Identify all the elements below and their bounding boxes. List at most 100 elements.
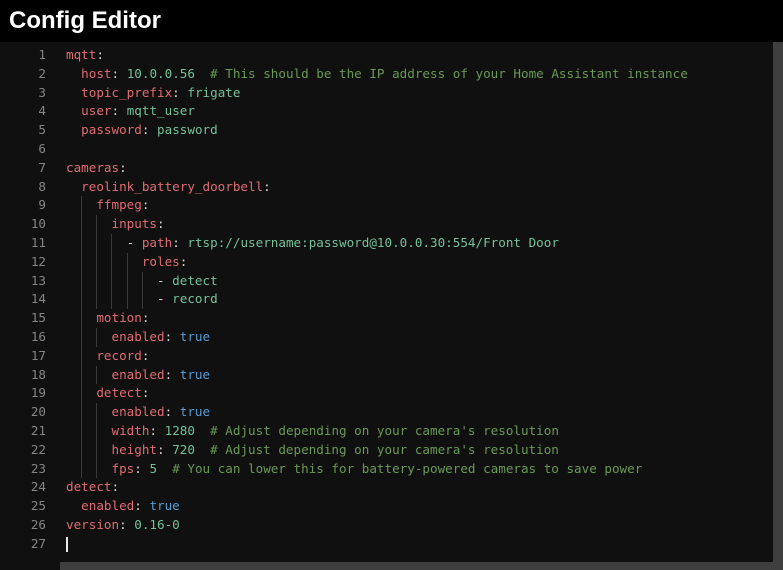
indent-guide bbox=[96, 327, 98, 347]
token-punct: : bbox=[157, 216, 165, 232]
code-line[interactable]: ffmpeg: bbox=[66, 196, 783, 216]
code-line[interactable]: topic_prefix: frigate bbox=[66, 84, 783, 103]
line-number: 24 bbox=[30, 479, 46, 495]
token-punct: : bbox=[111, 65, 120, 81]
indent-guide bbox=[111, 271, 113, 291]
token-key: mqtt bbox=[66, 47, 97, 62]
code-line[interactable]: enabled: true bbox=[66, 365, 783, 385]
indent-guide bbox=[141, 271, 143, 291]
token-key: detect bbox=[96, 385, 142, 401]
token-punct: - bbox=[157, 291, 173, 307]
code-line[interactable]: enabled: true bbox=[66, 403, 783, 422]
indent-guide bbox=[81, 384, 83, 404]
text-cursor bbox=[66, 536, 68, 552]
token-val: 720 bbox=[172, 441, 195, 457]
code-line[interactable]: version: 0.16-0 bbox=[66, 516, 783, 535]
line-number: 10 bbox=[30, 216, 46, 232]
line-number: 5 bbox=[38, 122, 46, 138]
code-line[interactable]: password: password bbox=[66, 121, 783, 140]
code-line[interactable]: width: 1280 # Adjust depending on your c… bbox=[66, 421, 783, 441]
code-line[interactable]: - path: rtsp://username:password@10.0.0.… bbox=[66, 233, 783, 253]
token-punct: : bbox=[119, 516, 127, 532]
indent-guide bbox=[111, 233, 113, 253]
token-key: width bbox=[111, 422, 150, 438]
line-number: 26 bbox=[30, 516, 46, 532]
token-key: reolink_battery_doorbell bbox=[81, 178, 264, 194]
horizontal-scrollbar[interactable] bbox=[60, 562, 773, 570]
token-key: enabled bbox=[111, 366, 165, 382]
token-key: password bbox=[81, 122, 142, 138]
code-line[interactable]: record: bbox=[66, 346, 783, 366]
line-number: 3 bbox=[38, 84, 46, 100]
code-line[interactable]: enabled: true bbox=[66, 327, 783, 347]
indent-guide bbox=[81, 215, 83, 234]
config-editor[interactable]: 1 2 3 4 5 6 7 8 9 10 11 12 13 14 15 16 17 18 19 20 21 22 23 24 2… bbox=[0, 42, 783, 570]
code-line[interactable] bbox=[66, 535, 783, 554]
token-punct: : bbox=[141, 347, 150, 363]
code-line[interactable]: enabled: true bbox=[66, 497, 783, 516]
token-punct: : bbox=[149, 422, 158, 438]
line-number: 14 bbox=[30, 291, 46, 307]
token-punct: - bbox=[126, 234, 142, 250]
indent-guide bbox=[96, 290, 98, 310]
token-key: record bbox=[96, 347, 142, 363]
code-line[interactable]: motion: bbox=[66, 309, 783, 328]
token-key: cameras bbox=[66, 159, 120, 175]
token-key: host bbox=[81, 65, 112, 81]
code-line[interactable]: cameras: bbox=[66, 159, 783, 178]
code-line[interactable]: detect: bbox=[66, 384, 783, 404]
indent-guide bbox=[81, 271, 83, 291]
token-key: roles bbox=[141, 253, 180, 269]
code-line[interactable]: user: mqtt_user bbox=[66, 102, 783, 121]
code-line[interactable]: height: 720 # Adjust depending on your c… bbox=[66, 440, 783, 460]
token-val: password bbox=[157, 122, 218, 138]
code-line[interactable]: - detect bbox=[66, 271, 783, 291]
indent-guide bbox=[96, 215, 98, 234]
indent-guide bbox=[81, 421, 83, 441]
token-key: inputs bbox=[111, 216, 158, 232]
token-key: enabled bbox=[111, 404, 165, 420]
code-line[interactable]: fps: 5 # You can lower this for battery-… bbox=[66, 459, 783, 479]
code-line[interactable]: host: 10.0.0.56 # This should be the IP … bbox=[66, 65, 783, 84]
code-line[interactable]: roles: bbox=[66, 252, 783, 272]
indent-guide bbox=[81, 309, 83, 328]
token-key: height bbox=[111, 441, 158, 457]
indent-guide bbox=[96, 252, 98, 272]
gutter: 1 2 3 4 5 6 7 8 9 10 11 12 13 14 15 16 17 18 19 20 21 22 23 24 2… bbox=[0, 42, 56, 570]
indent-guide bbox=[81, 196, 83, 216]
indent-guide bbox=[81, 233, 83, 253]
token-val: 1280 bbox=[164, 422, 195, 438]
line-number: 16 bbox=[30, 328, 46, 344]
code-line[interactable]: reolink_battery_doorbell: bbox=[66, 178, 783, 197]
code-line[interactable]: - record bbox=[66, 290, 783, 310]
token-punct: : bbox=[111, 103, 120, 119]
token-key: path bbox=[141, 234, 173, 250]
line-number: 15 bbox=[30, 310, 46, 326]
line-number: 27 bbox=[30, 535, 46, 551]
code-lines[interactable]: mqtt: host: 10.0.0.56 # This should be t… bbox=[56, 42, 783, 570]
token-key: detect bbox=[66, 479, 112, 495]
vertical-scrollbar[interactable] bbox=[773, 42, 783, 570]
code-line[interactable] bbox=[66, 140, 783, 159]
code-line[interactable]: detect: bbox=[66, 478, 783, 497]
token-key: enabled bbox=[111, 328, 165, 344]
line-number: 6 bbox=[38, 140, 46, 156]
token-bool: true bbox=[179, 404, 211, 420]
code-line[interactable]: inputs: bbox=[66, 215, 783, 234]
indent-guide bbox=[81, 459, 83, 479]
code-line[interactable]: mqtt: bbox=[66, 46, 783, 65]
line-number: 19 bbox=[30, 385, 46, 401]
